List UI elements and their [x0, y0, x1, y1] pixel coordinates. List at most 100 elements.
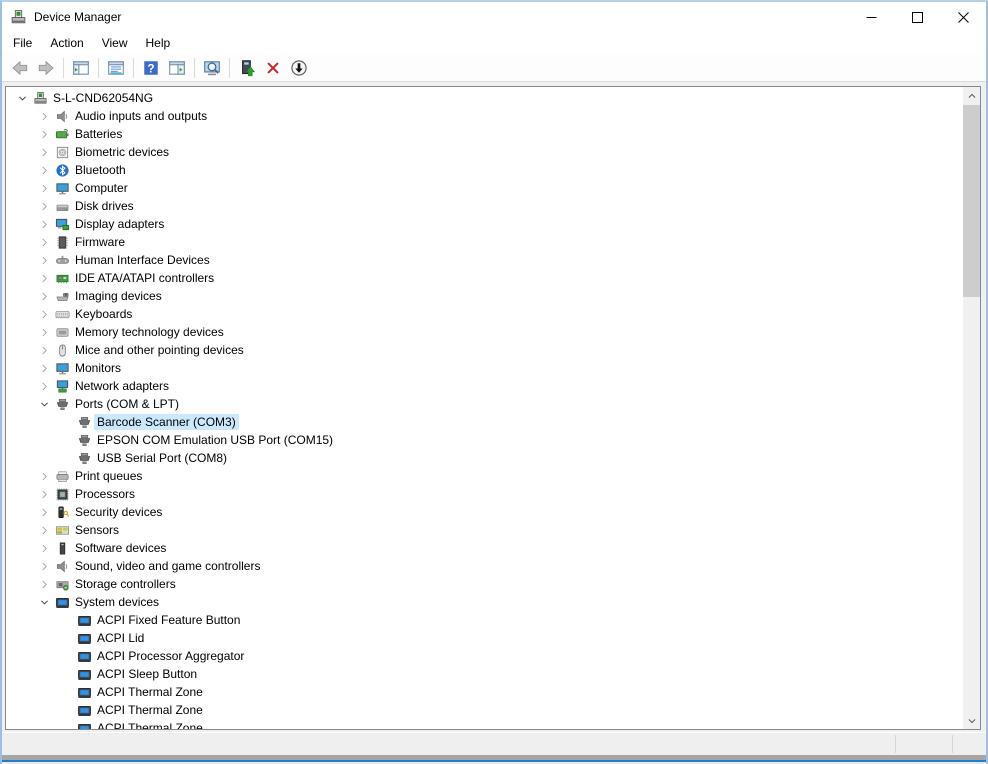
uninstall-device-button[interactable]: [261, 56, 285, 80]
tree-item-label: Computer: [72, 180, 131, 196]
tree-item-bluetooth[interactable]: Bluetooth: [6, 161, 963, 179]
tree-item-acpi-sleep-button[interactable]: ACPI Sleep Button: [6, 665, 963, 683]
properties-button[interactable]: [104, 56, 128, 80]
chevron-right-icon[interactable]: [36, 197, 53, 215]
tree-item-memory-technology-devices[interactable]: Memory technology devices: [6, 323, 963, 341]
help-button[interactable]: ?: [139, 56, 163, 80]
tree-item-disk-drives[interactable]: Disk drives: [6, 197, 963, 215]
scrollbar-thumb[interactable]: [963, 105, 980, 297]
port-icon: [75, 431, 93, 449]
tree-item-imaging-devices[interactable]: Imaging devices: [6, 287, 963, 305]
chevron-right-icon[interactable]: [36, 233, 53, 251]
tree-item-sensors[interactable]: Sensors: [6, 521, 963, 539]
chevron-right-icon[interactable]: [36, 107, 53, 125]
console-tree-icon: [72, 59, 90, 77]
chevron-right-icon[interactable]: [36, 215, 53, 233]
menu-action[interactable]: Action: [41, 33, 92, 53]
chevron-right-icon[interactable]: [36, 377, 53, 395]
tree-item-acpi-lid[interactable]: ACPI Lid: [6, 629, 963, 647]
tree-item-acpi-fixed-feature-button[interactable]: ACPI Fixed Feature Button: [6, 611, 963, 629]
tree-item-acpi-thermal-zone[interactable]: ACPI Thermal Zone: [6, 683, 963, 701]
chevron-right-icon[interactable]: [36, 503, 53, 521]
close-button[interactable]: [940, 2, 986, 32]
minimize-icon: [866, 12, 877, 23]
tree-item-storage-controllers[interactable]: Storage controllers: [6, 575, 963, 593]
chevron-right-icon[interactable]: [36, 521, 53, 539]
tree-item-processors[interactable]: Processors: [6, 485, 963, 503]
tree-item-firmware[interactable]: Firmware: [6, 233, 963, 251]
tree-item-acpi-processor-aggregator[interactable]: ACPI Processor Aggregator: [6, 647, 963, 665]
minimize-button[interactable]: [848, 2, 894, 32]
vertical-scrollbar[interactable]: [963, 87, 980, 729]
tree-item-computer[interactable]: Computer: [6, 179, 963, 197]
tree-item-epson-com-emulation-usb-port-com15[interactable]: EPSON COM Emulation USB Port (COM15): [6, 431, 963, 449]
show-hide-console-tree-button[interactable]: [69, 56, 93, 80]
menu-file[interactable]: File: [4, 33, 41, 53]
tree-item-human-interface-devices[interactable]: Human Interface Devices: [6, 251, 963, 269]
chevron-down-icon[interactable]: [36, 593, 53, 611]
maximize-button[interactable]: [894, 2, 940, 32]
uninstall-icon: [264, 59, 282, 77]
show-hide-action-pane-button[interactable]: [165, 56, 189, 80]
tree-item-software-devices[interactable]: Software devices: [6, 539, 963, 557]
update-driver-button[interactable]: [235, 56, 259, 80]
tree-item-network-adapters[interactable]: Network adapters: [6, 377, 963, 395]
tree-item-biometric-devices[interactable]: Biometric devices: [6, 143, 963, 161]
chevron-right-icon[interactable]: [36, 359, 53, 377]
tree-item-acpi-thermal-zone[interactable]: ACPI Thermal Zone: [6, 719, 963, 729]
chevron-right-icon[interactable]: [36, 269, 53, 287]
tree-item-sound-video-and-game-controllers[interactable]: Sound, video and game controllers: [6, 557, 963, 575]
chevron-right-icon[interactable]: [36, 467, 53, 485]
chevron-down-icon[interactable]: [36, 395, 53, 413]
tree-item-usb-serial-port-com8[interactable]: USB Serial Port (COM8): [6, 449, 963, 467]
tree-item-monitors[interactable]: Monitors: [6, 359, 963, 377]
close-icon: [958, 12, 969, 23]
chevron-right-icon[interactable]: [36, 485, 53, 503]
tree-item-ports-com-lpt[interactable]: Ports (COM & LPT): [6, 395, 963, 413]
tree-item-barcode-scanner-com3[interactable]: Barcode Scanner (COM3): [6, 413, 963, 431]
chevron-right-icon[interactable]: [36, 323, 53, 341]
tree-item-display-adapters[interactable]: Display adapters: [6, 215, 963, 233]
tree-item-keyboards[interactable]: Keyboards: [6, 305, 963, 323]
tree-indent-spacer: [58, 647, 75, 665]
chevron-right-icon[interactable]: [36, 557, 53, 575]
chevron-right-icon[interactable]: [36, 575, 53, 593]
tree-item-batteries[interactable]: Batteries: [6, 125, 963, 143]
chevron-down-icon[interactable]: [14, 89, 31, 107]
chevron-right-icon[interactable]: [36, 539, 53, 557]
processor-icon: [53, 485, 71, 503]
tree-item-label: EPSON COM Emulation USB Port (COM15): [94, 432, 336, 448]
tree-item-label: Keyboards: [72, 306, 135, 322]
chevron-right-icon[interactable]: [36, 287, 53, 305]
tree-item-label: ACPI Thermal Zone: [94, 702, 206, 718]
chevron-right-icon[interactable]: [36, 341, 53, 359]
scroll-down-button[interactable]: [963, 712, 980, 729]
tree-item-print-queues[interactable]: Print queues: [6, 467, 963, 485]
menu-view[interactable]: View: [93, 33, 137, 53]
titlebar[interactable]: Device Manager: [2, 2, 986, 32]
scrollbar-track[interactable]: [963, 104, 980, 712]
tree-item-system-devices[interactable]: System devices: [6, 593, 963, 611]
chevron-right-icon[interactable]: [36, 125, 53, 143]
menu-help[interactable]: Help: [137, 33, 180, 53]
disable-device-button[interactable]: [287, 56, 311, 80]
hid-icon: [53, 251, 71, 269]
tree-item-s-l-cnd62054ng[interactable]: S-L-CND62054NG: [6, 89, 963, 107]
scan-for-hardware-changes-button[interactable]: [200, 56, 224, 80]
tree-item-mice-and-other-pointing-devices[interactable]: Mice and other pointing devices: [6, 341, 963, 359]
tree-item-label: Disk drives: [72, 198, 137, 214]
chevron-right-icon[interactable]: [36, 305, 53, 323]
scroll-up-button[interactable]: [963, 87, 980, 104]
forward-button[interactable]: [34, 56, 58, 80]
chevron-right-icon[interactable]: [36, 179, 53, 197]
tree-indent-spacer: [58, 431, 75, 449]
chevron-right-icon[interactable]: [36, 251, 53, 269]
tree-item-ide-ata-atapi-controllers[interactable]: IDE ATA/ATAPI controllers: [6, 269, 963, 287]
chevron-right-icon[interactable]: [36, 143, 53, 161]
tree-item-audio-inputs-and-outputs[interactable]: Audio inputs and outputs: [6, 107, 963, 125]
chevron-right-icon[interactable]: [36, 161, 53, 179]
chevron-down-icon: [967, 716, 977, 726]
tree-item-acpi-thermal-zone[interactable]: ACPI Thermal Zone: [6, 701, 963, 719]
tree-item-security-devices[interactable]: Security devices: [6, 503, 963, 521]
back-button[interactable]: [8, 56, 32, 80]
